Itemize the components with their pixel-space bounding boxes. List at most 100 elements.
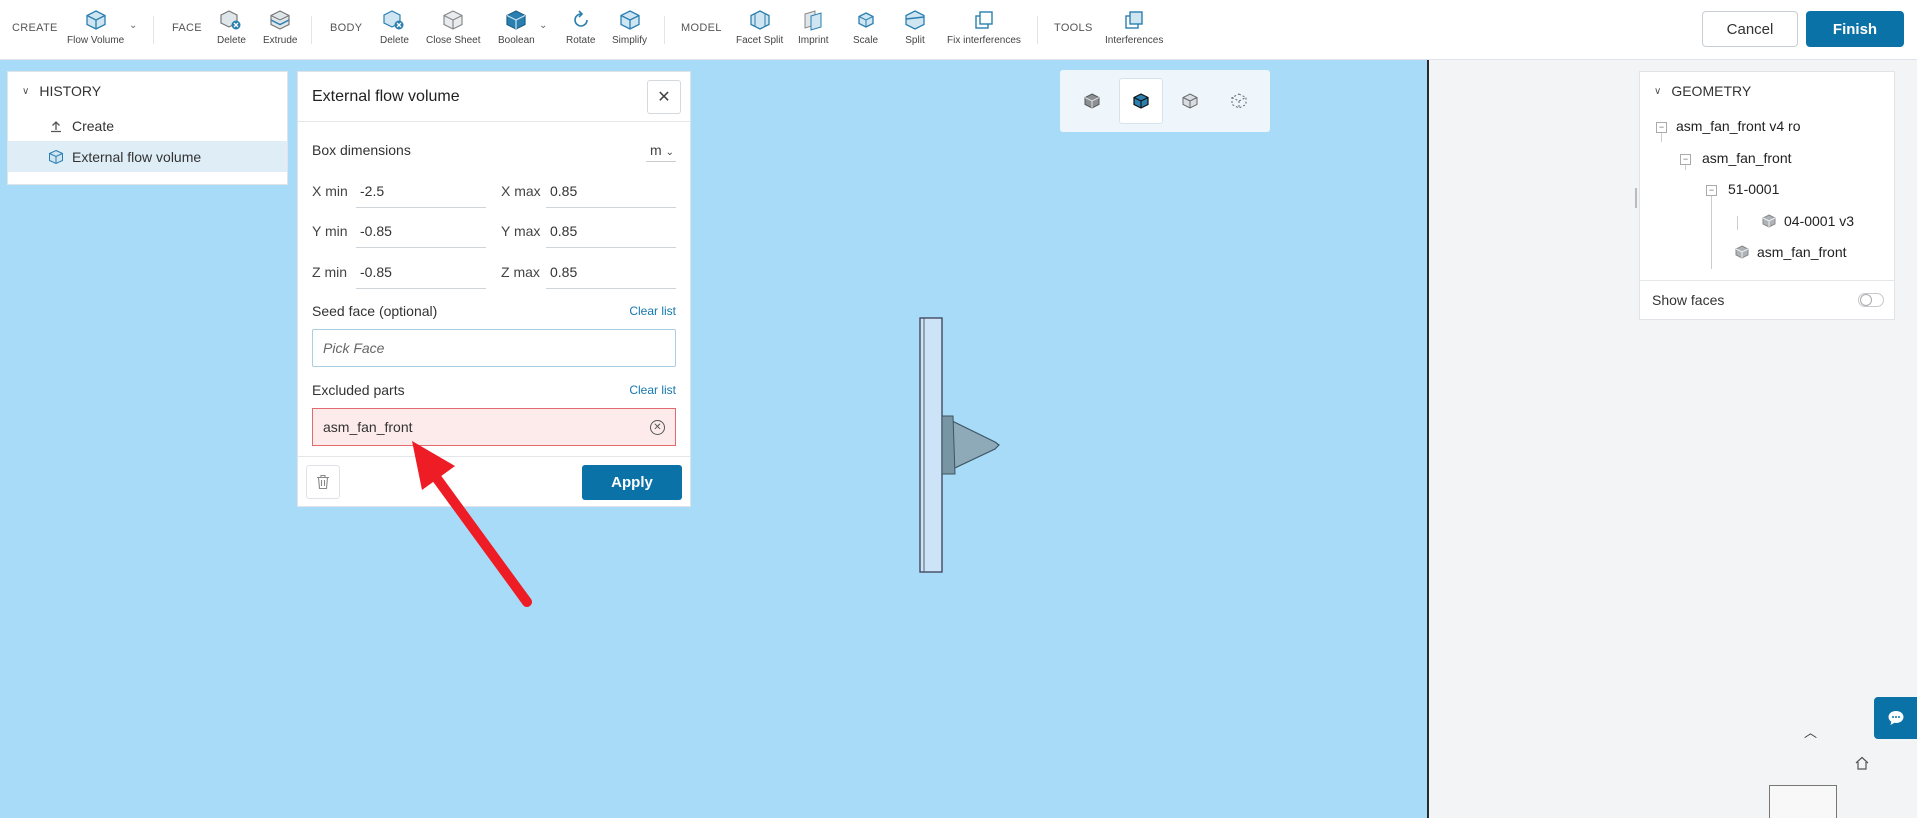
collapse-icon[interactable]: − <box>1680 154 1691 165</box>
split-label: Split <box>905 35 925 46</box>
unit-select[interactable]: m ⌄ <box>646 142 676 162</box>
panel-title: External flow volume <box>312 87 460 105</box>
tree-item-label: asm_fan_front <box>1702 150 1792 166</box>
history-title: HISTORY <box>39 83 102 99</box>
finish-button[interactable]: Finish <box>1806 11 1904 47</box>
face-delete-icon <box>220 10 241 30</box>
box-dimensions-label: Box dimensions <box>312 142 411 158</box>
tree-item-51-0001[interactable]: 51-0001 <box>1728 181 1779 197</box>
delete-button[interactable] <box>306 465 340 499</box>
excluded-part-tag: asm_fan_front <box>323 419 413 435</box>
scale-button[interactable]: Scale <box>853 8 878 46</box>
wireframe-cube-icon <box>1231 93 1247 109</box>
chevron-down-icon[interactable]: ⌄ <box>539 20 547 31</box>
imprint-icon <box>804 10 822 31</box>
close-icon: ✕ <box>657 89 671 106</box>
group-label-model: MODEL <box>681 22 722 34</box>
solid-view-button[interactable] <box>1070 78 1114 124</box>
y-max-input[interactable]: 0.85 <box>546 223 676 248</box>
flow-volume-button[interactable]: Flow Volume <box>67 8 124 46</box>
imprint-button[interactable]: Imprint <box>798 8 829 46</box>
clear-excluded-parts-link[interactable]: Clear list <box>629 383 676 397</box>
history-header[interactable]: ∨ HISTORY <box>8 72 287 110</box>
unit-value: m <box>650 142 662 158</box>
remove-icon[interactable]: ✕ <box>650 420 665 435</box>
excluded-parts-label: Excluded parts <box>312 382 405 398</box>
collapse-icon[interactable]: − <box>1706 185 1717 196</box>
x-max-label: X max <box>501 183 541 199</box>
z-min-input[interactable]: -0.85 <box>356 264 486 289</box>
facet-split-button[interactable]: Facet Split <box>736 8 783 46</box>
home-icon[interactable] <box>1854 755 1870 771</box>
resize-handle[interactable] <box>1635 188 1637 208</box>
tree-line <box>1711 191 1712 269</box>
close-button[interactable]: ✕ <box>647 80 681 114</box>
close-sheet-icon <box>443 10 463 30</box>
close-sheet-label: Close Sheet <box>426 35 481 46</box>
rotate-button[interactable]: Rotate <box>566 8 595 46</box>
face-delete-button[interactable]: Delete <box>217 8 246 46</box>
chevron-down-icon[interactable]: ⌄ <box>129 20 137 31</box>
rotate-icon <box>573 10 588 27</box>
show-faces-toggle[interactable] <box>1858 293 1884 307</box>
tree-item-label: 04-0001 v3 <box>1784 213 1855 229</box>
clear-seed-face-link[interactable]: Clear list <box>629 304 676 318</box>
x-min-label: X min <box>312 183 348 199</box>
chevron-down-icon[interactable]: ∨ <box>22 86 29 97</box>
group-label-tools: TOOLS <box>1054 22 1093 34</box>
fix-interferences-button[interactable]: Fix interferences <box>947 8 1021 46</box>
fix-interferences-label: Fix interferences <box>947 35 1021 46</box>
chevron-down-icon[interactable]: ∨ <box>1654 86 1661 97</box>
show-faces-row: Show faces <box>1640 280 1894 320</box>
simplify-button[interactable]: Simplify <box>612 8 647 46</box>
orientation-cube[interactable] <box>1769 785 1837 818</box>
tree-item-04-0001[interactable]: 04-0001 v3 <box>1762 213 1854 229</box>
tree-item-asm-fan-front-part[interactable]: asm_fan_front <box>1735 244 1847 260</box>
excluded-parts-field[interactable]: asm_fan_front ✕ <box>312 408 676 446</box>
tree-item-assembly[interactable]: asm_fan_front <box>1702 150 1792 166</box>
split-button[interactable]: Split <box>903 8 927 46</box>
body-delete-button[interactable]: Delete <box>380 8 409 46</box>
toolbar: CREATE Flow Volume ⌄ FACE Delete Extrude… <box>0 0 1917 60</box>
transparent-view-button[interactable] <box>1168 78 1212 124</box>
group-label-create: CREATE <box>12 22 58 34</box>
cancel-button[interactable]: Cancel <box>1702 11 1798 47</box>
geometry-header[interactable]: ∨ GEOMETRY <box>1640 72 1894 110</box>
y-max-label: Y max <box>501 223 541 239</box>
chevron-down-icon: ⌄ <box>665 147 674 158</box>
wireframe-view-button[interactable] <box>1217 78 1261 124</box>
history-item-create[interactable]: Create <box>8 110 287 141</box>
body-delete-icon <box>383 10 404 30</box>
y-min-input[interactable]: -0.85 <box>356 223 486 248</box>
chat-button[interactable] <box>1874 697 1917 739</box>
history-item-external-flow-volume[interactable]: External flow volume <box>8 141 287 172</box>
close-sheet-button[interactable]: Close Sheet <box>426 8 480 46</box>
part-cube-icon <box>1762 214 1776 228</box>
part-cube-icon <box>1735 245 1749 259</box>
3d-viewport[interactable]: ∨ HISTORY Create External flow volume Ex… <box>0 60 1427 818</box>
extrude-button[interactable]: Extrude <box>263 8 297 46</box>
extrude-icon <box>270 10 290 30</box>
split-icon <box>905 10 925 30</box>
apply-button[interactable]: Apply <box>582 465 682 500</box>
divider <box>311 16 312 44</box>
panel-footer: Apply <box>298 456 690 506</box>
divider <box>664 16 665 44</box>
solid-edges-view-button[interactable] <box>1119 78 1163 124</box>
x-min-input[interactable]: -2.5 <box>356 183 486 208</box>
divider <box>153 16 154 44</box>
chevron-up-icon[interactable]: ︿ <box>1804 722 1817 741</box>
view-mode-toolbar <box>1060 70 1270 132</box>
tree-item-root[interactable]: asm_fan_front v4 ro <box>1676 118 1801 134</box>
tree-item-label: asm_fan_front v4 ro <box>1676 118 1801 134</box>
collapse-icon[interactable]: − <box>1656 122 1667 133</box>
pick-face-input[interactable]: Pick Face <box>312 329 676 367</box>
body-delete-label: Delete <box>380 35 409 46</box>
z-max-input[interactable]: 0.85 <box>546 264 676 289</box>
boolean-button[interactable]: Boolean <box>498 8 535 46</box>
interferences-button[interactable]: Interferences <box>1105 8 1163 46</box>
x-max-input[interactable]: 0.85 <box>546 183 676 208</box>
solid-edges-cube-icon <box>1133 93 1149 109</box>
imprint-label: Imprint <box>798 35 829 46</box>
group-label-face: FACE <box>172 22 202 34</box>
